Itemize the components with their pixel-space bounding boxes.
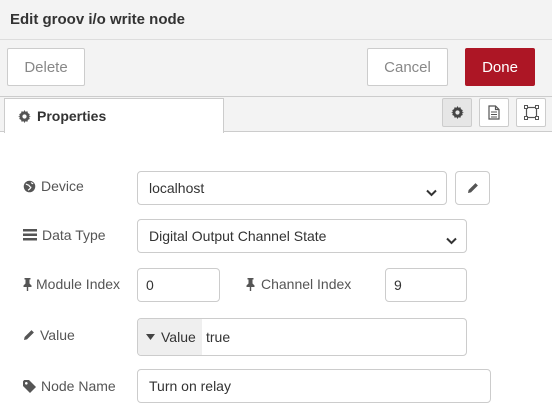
node-properties-tab-button[interactable] [442,98,472,127]
thumbtack-icon [23,277,32,291]
list-icon [23,229,37,241]
edit-device-button[interactable] [455,171,490,205]
node-description-tab-button[interactable] [479,98,509,127]
dialog-toolbar: Delete Cancel Done [0,40,552,97]
module-index-input[interactable]: 0 [137,268,220,302]
tab-properties[interactable]: Properties [4,98,224,133]
value-input[interactable]: true [206,329,230,345]
file-text-icon [488,105,500,120]
channel-index-label: Channel Index [246,276,351,292]
dialog-title: Edit groov i/o write node [10,11,186,28]
value-typed-input: Value true [137,318,467,356]
appearance-icon [523,105,539,120]
delete-button[interactable]: Delete [7,48,85,86]
gear-icon [18,109,31,123]
pencil-icon [467,182,479,194]
data-type-value: Digital Output Channel State [149,228,327,244]
tab-properties-label: Properties [37,108,107,124]
value-type-label: Value [161,329,196,345]
cancel-button[interactable]: Cancel [367,48,448,86]
data-type-label: Data Type [23,227,106,243]
tab-bar: Properties [0,97,552,133]
device-label: Device [23,178,84,194]
module-index-label: Module Index [23,276,120,292]
chevron-down-icon [446,232,457,248]
gear-icon [450,106,464,119]
caret-down-icon [146,334,155,340]
chevron-down-icon [426,184,437,200]
device-select[interactable]: localhost [137,171,447,205]
done-button[interactable]: Done [465,48,535,86]
node-name-input[interactable]: Turn on relay [137,369,491,403]
value-label: Value [23,327,75,343]
tag-icon [23,379,36,393]
device-value: localhost [149,180,205,196]
value-type-button[interactable]: Value [138,319,202,355]
channel-index-input[interactable]: 9 [385,268,467,302]
node-appearance-tab-button[interactable] [516,98,546,127]
pencil-icon [23,329,35,341]
node-name-label: Node Name [23,378,116,394]
dialog-header: Edit groov i/o write node [0,0,552,40]
thumbtack-icon [246,277,255,291]
data-type-select[interactable]: Digital Output Channel State [137,219,467,253]
globe-icon [23,180,36,193]
